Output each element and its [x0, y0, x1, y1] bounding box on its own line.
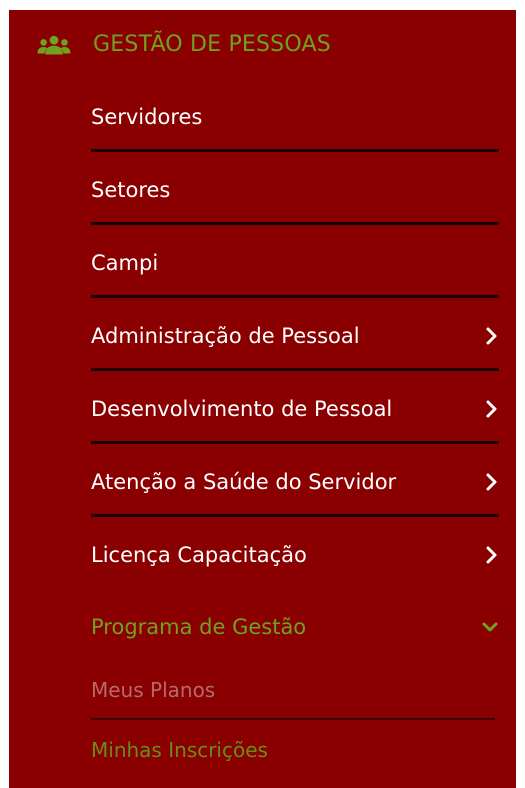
menu-item-label: Servidores: [91, 105, 203, 129]
menu-item-campi[interactable]: Campi: [91, 228, 499, 298]
menu-item-setores[interactable]: Setores: [91, 155, 499, 225]
divider: [91, 295, 499, 298]
sidebar-menu: GESTÃO DE PESSOAS Servidores Setores Cam…: [9, 10, 516, 788]
chevron-right-icon: [485, 326, 499, 346]
submenu-item-label: Meus Planos: [91, 678, 216, 702]
chevron-right-icon: [485, 399, 499, 419]
section-gestao-de-pessoas[interactable]: GESTÃO DE PESSOAS: [9, 10, 516, 80]
menu-item-atencao-a-saude-do-servidor[interactable]: Atenção a Saúde do Servidor: [91, 447, 499, 517]
divider: [91, 149, 499, 152]
menu-item-programa-de-gestao[interactable]: Programa de Gestão: [91, 592, 499, 662]
menu-item-licenca-capacitacao[interactable]: Licença Capacitação: [91, 520, 499, 590]
section-title: GESTÃO DE PESSOAS: [93, 32, 331, 57]
menu-item-label: Atenção a Saúde do Servidor: [91, 470, 397, 494]
divider: [91, 368, 499, 371]
menu-item-label: Setores: [91, 178, 171, 202]
menu-item-desenvolvimento-de-pessoal[interactable]: Desenvolvimento de Pessoal: [91, 374, 499, 444]
menu-item-administracao-de-pessoal[interactable]: Administração de Pessoal: [91, 301, 499, 371]
menu-item-label: Desenvolvimento de Pessoal: [91, 397, 393, 421]
menu-item-label: Programa de Gestão: [91, 615, 307, 639]
chevron-right-icon: [485, 472, 499, 492]
menu-item-servidores[interactable]: Servidores: [91, 82, 499, 152]
divider: [91, 441, 499, 444]
chevron-down-icon: [481, 620, 499, 634]
users-icon: [37, 34, 71, 56]
menu-item-label: Administração de Pessoal: [91, 324, 360, 348]
submenu-item-label: Minhas Inscrições: [91, 738, 268, 762]
submenu-item-meus-planos[interactable]: Meus Planos: [91, 660, 499, 720]
submenu-item-minhas-inscricoes[interactable]: Minhas Inscrições: [91, 720, 499, 780]
divider: [91, 514, 499, 517]
menu-item-label: Licença Capacitação: [91, 543, 307, 567]
divider: [91, 222, 499, 225]
menu-item-label: Campi: [91, 251, 159, 275]
chevron-right-icon: [485, 545, 499, 565]
